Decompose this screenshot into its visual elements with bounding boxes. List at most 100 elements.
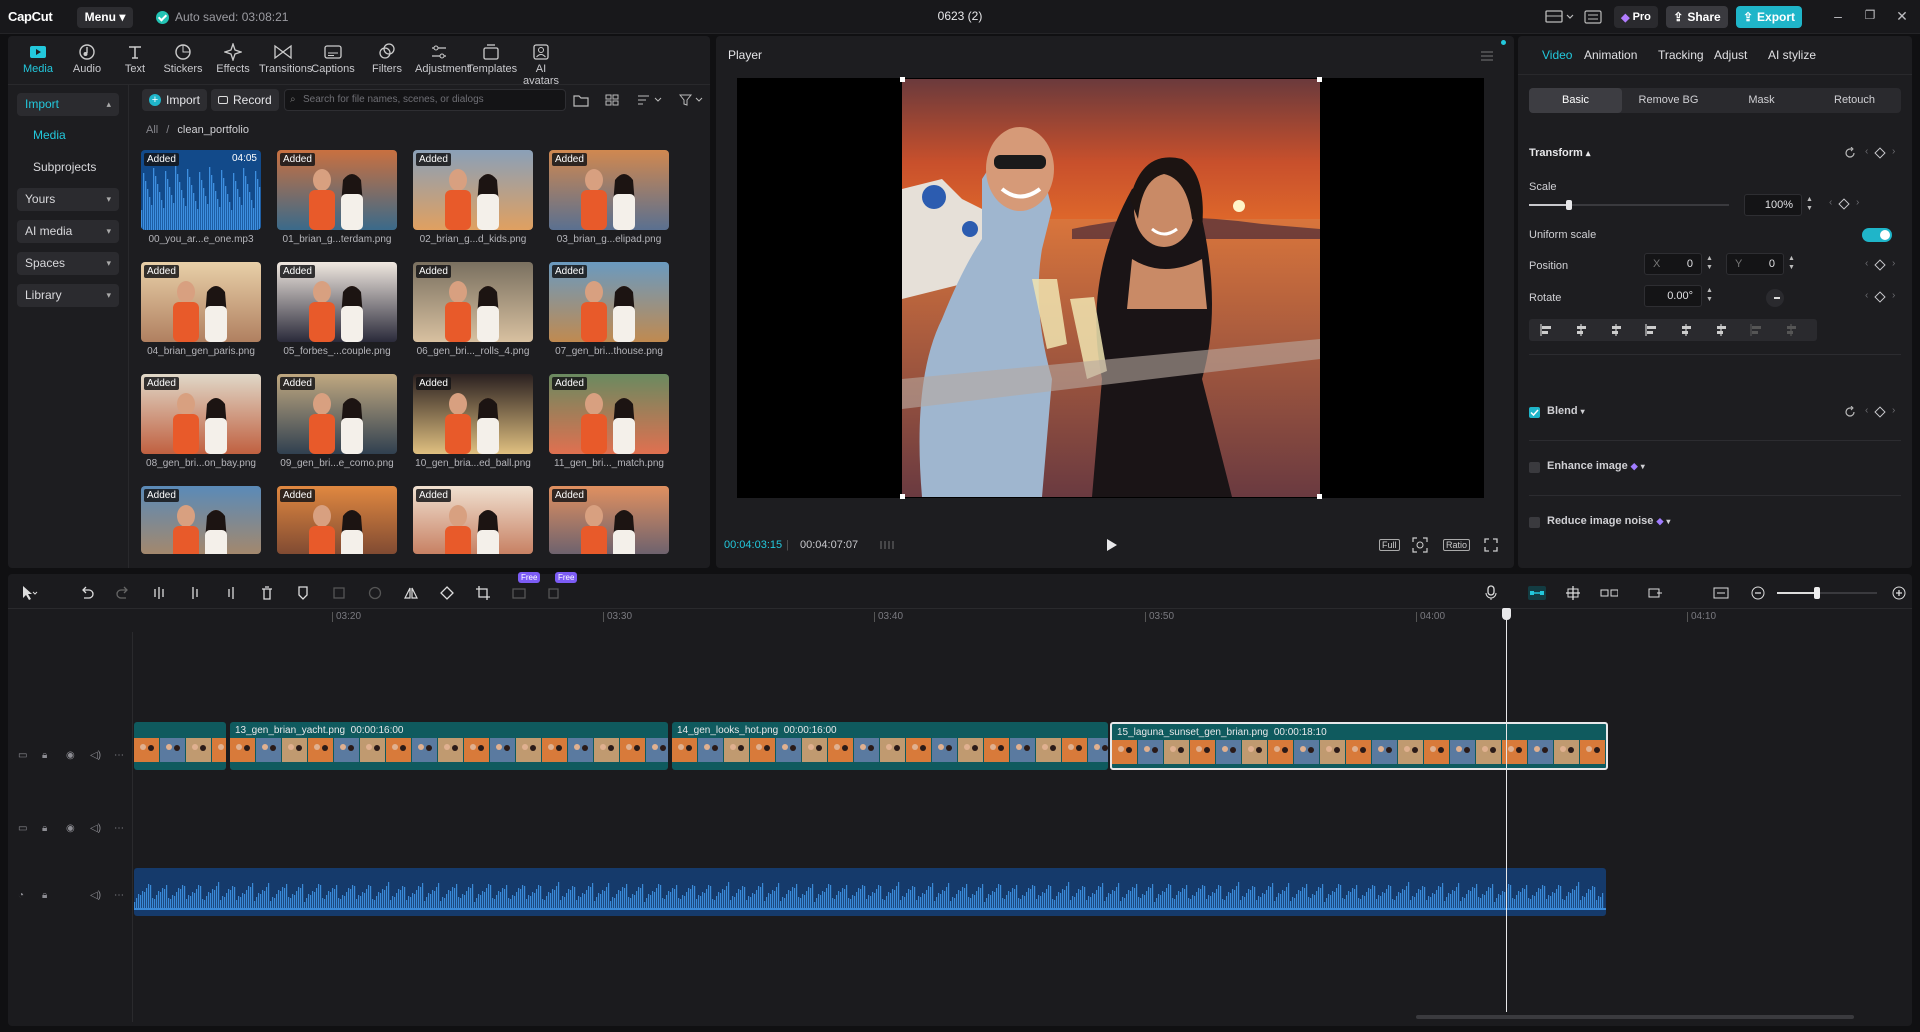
- media-item[interactable]: Added: [141, 486, 261, 554]
- sidebar-item-spaces[interactable]: Spaces ▾: [17, 252, 119, 275]
- prop-tab-video[interactable]: Video: [1542, 48, 1572, 62]
- distribute-v-icon[interactable]: [1784, 323, 1798, 337]
- prop-tab-adjust[interactable]: Adjust: [1714, 48, 1747, 62]
- scale-slider[interactable]: [1529, 200, 1729, 210]
- eye-icon[interactable]: ◉: [66, 750, 75, 761]
- waveform-toggle-icon[interactable]: [879, 538, 899, 552]
- layout-icon[interactable]: [1545, 10, 1575, 24]
- zoom-out-icon[interactable]: [1749, 584, 1767, 602]
- rotate-input[interactable]: 0.00°: [1644, 285, 1702, 307]
- subtab-retouch[interactable]: Retouch: [1808, 88, 1901, 113]
- full-button[interactable]: Full: [1379, 539, 1400, 551]
- prop-tab-ai-stylize[interactable]: AI stylize: [1768, 48, 1816, 62]
- sidebar-item-subprojects[interactable]: Subprojects: [17, 156, 119, 179]
- media-item[interactable]: Added: [413, 486, 533, 554]
- filter-icon[interactable]: [679, 93, 705, 107]
- position-y-input[interactable]: Y0: [1726, 253, 1784, 275]
- playhead[interactable]: [1506, 608, 1507, 1012]
- blend-reset-icon[interactable]: [1844, 406, 1856, 418]
- scale-stepper[interactable]: ▲ ▼: [1806, 195, 1813, 213]
- track-toggle-icon[interactable]: ▭: [18, 823, 27, 834]
- mirror-icon[interactable]: [402, 584, 420, 602]
- lock-icon[interactable]: 🔒︎: [42, 750, 47, 761]
- ai-extend-icon[interactable]: [546, 584, 564, 602]
- noise-checkbox[interactable]: [1529, 517, 1540, 528]
- more-icon[interactable]: ⋯: [114, 890, 124, 901]
- sort-icon[interactable]: [637, 93, 663, 107]
- playhead-handle[interactable]: [1502, 608, 1511, 620]
- rotate-icon[interactable]: [438, 584, 456, 602]
- blend-keyframe-icon[interactable]: [1874, 406, 1886, 418]
- video-clip[interactable]: [134, 722, 226, 770]
- volume-icon[interactable]: ◁): [90, 890, 101, 901]
- marker-icon[interactable]: [294, 584, 312, 602]
- share-button[interactable]: ⇪ Share: [1666, 6, 1728, 28]
- media-item[interactable]: Added: [141, 262, 261, 342]
- sidebar-item-ai-media[interactable]: AI media ▾: [17, 220, 119, 243]
- enhance-checkbox[interactable]: [1529, 462, 1540, 473]
- undo-icon[interactable]: [78, 584, 96, 602]
- tab-ai-avatars[interactable]: AI avatars: [517, 42, 565, 87]
- timeline-ruler[interactable]: 03:20 03:30 03:40 03:50 04:00 04:10: [134, 608, 1912, 626]
- video-clip[interactable]: 15_laguna_sunset_gen_brian.png 00:00:18:…: [1110, 722, 1608, 770]
- align-center-h-icon[interactable]: [1574, 323, 1588, 337]
- noise-heading[interactable]: Reduce image noise ◆ ▾: [1547, 515, 1670, 527]
- lock-icon[interactable]: 🔒︎: [42, 823, 47, 834]
- media-item[interactable]: Added: [549, 262, 669, 342]
- x-stepper[interactable]: ▲ ▼: [1706, 254, 1713, 272]
- split-left-icon[interactable]: [186, 584, 204, 602]
- align-bottom-icon[interactable]: [1714, 323, 1728, 337]
- video-clip[interactable]: 13_gen_brian_yacht.png 00:00:16:00: [230, 722, 668, 770]
- media-item[interactable]: Added: [413, 262, 533, 342]
- play-icon[interactable]: [1104, 538, 1118, 552]
- sidebar-item-yours[interactable]: Yours ▾: [17, 188, 119, 211]
- blend-heading[interactable]: Blend ▾: [1547, 405, 1585, 417]
- tab-captions[interactable]: Captions: [309, 42, 357, 75]
- transform-heading[interactable]: Transform ▴: [1529, 147, 1590, 159]
- subtab-mask[interactable]: Mask: [1715, 88, 1808, 113]
- media-item[interactable]: Added: [549, 374, 669, 454]
- tab-effects[interactable]: Effects: [209, 42, 257, 75]
- redo-icon[interactable]: [114, 584, 132, 602]
- media-item[interactable]: Added 04:05: [141, 150, 261, 230]
- more-icon[interactable]: ⋯: [114, 823, 124, 834]
- select-tool-icon[interactable]: [20, 584, 38, 602]
- zoom-slider[interactable]: [1777, 587, 1877, 599]
- media-item[interactable]: Added: [277, 150, 397, 230]
- uniform-scale-toggle[interactable]: [1862, 228, 1892, 242]
- linkage-icon[interactable]: [1600, 584, 1618, 602]
- eye-icon[interactable]: ◉: [66, 823, 75, 834]
- freeze-icon[interactable]: [330, 584, 348, 602]
- tab-stickers[interactable]: Stickers: [159, 42, 207, 75]
- align-left-icon[interactable]: [1539, 323, 1553, 337]
- media-item[interactable]: Added: [141, 374, 261, 454]
- media-item[interactable]: Added: [277, 262, 397, 342]
- volume-icon[interactable]: ◁): [90, 750, 101, 761]
- media-item[interactable]: Added: [413, 150, 533, 230]
- reset-icon[interactable]: [1844, 147, 1856, 159]
- fit-timeline-icon[interactable]: [1712, 584, 1730, 602]
- timeline-scrollbar[interactable]: [1416, 1015, 1854, 1019]
- more-icon[interactable]: ⋯: [114, 750, 124, 761]
- sidebar-item-import[interactable]: Import ▴: [17, 93, 119, 116]
- minimize-icon[interactable]: –: [1828, 8, 1848, 24]
- restore-icon[interactable]: ❐: [1860, 8, 1880, 22]
- enhance-heading[interactable]: Enhance image ◆ ▾: [1547, 460, 1645, 472]
- player-canvas[interactable]: [737, 77, 1484, 499]
- main-track-magnet-icon[interactable]: [1528, 584, 1546, 602]
- ratio-button[interactable]: Ratio: [1443, 539, 1471, 551]
- sidebar-item-library[interactable]: Library ▾: [17, 284, 119, 307]
- pro-button[interactable]: ◆ Pro: [1614, 6, 1658, 28]
- shortcut-icon[interactable]: [1584, 10, 1602, 24]
- tab-audio[interactable]: Audio: [63, 42, 111, 75]
- auto-snap-icon[interactable]: [1564, 584, 1582, 602]
- subtab-basic[interactable]: Basic: [1529, 88, 1622, 113]
- handle-br[interactable]: [1317, 494, 1322, 499]
- fullscreen-icon[interactable]: [1484, 538, 1498, 552]
- zoom-fit-icon[interactable]: [1412, 537, 1428, 553]
- menu-button[interactable]: Menu ▾: [77, 7, 133, 28]
- volume-icon[interactable]: ◁): [90, 823, 101, 834]
- align-top-icon[interactable]: [1644, 323, 1658, 337]
- position-keyframe-icon[interactable]: [1874, 259, 1886, 271]
- audio-track-icon[interactable]: ◔: [18, 890, 24, 901]
